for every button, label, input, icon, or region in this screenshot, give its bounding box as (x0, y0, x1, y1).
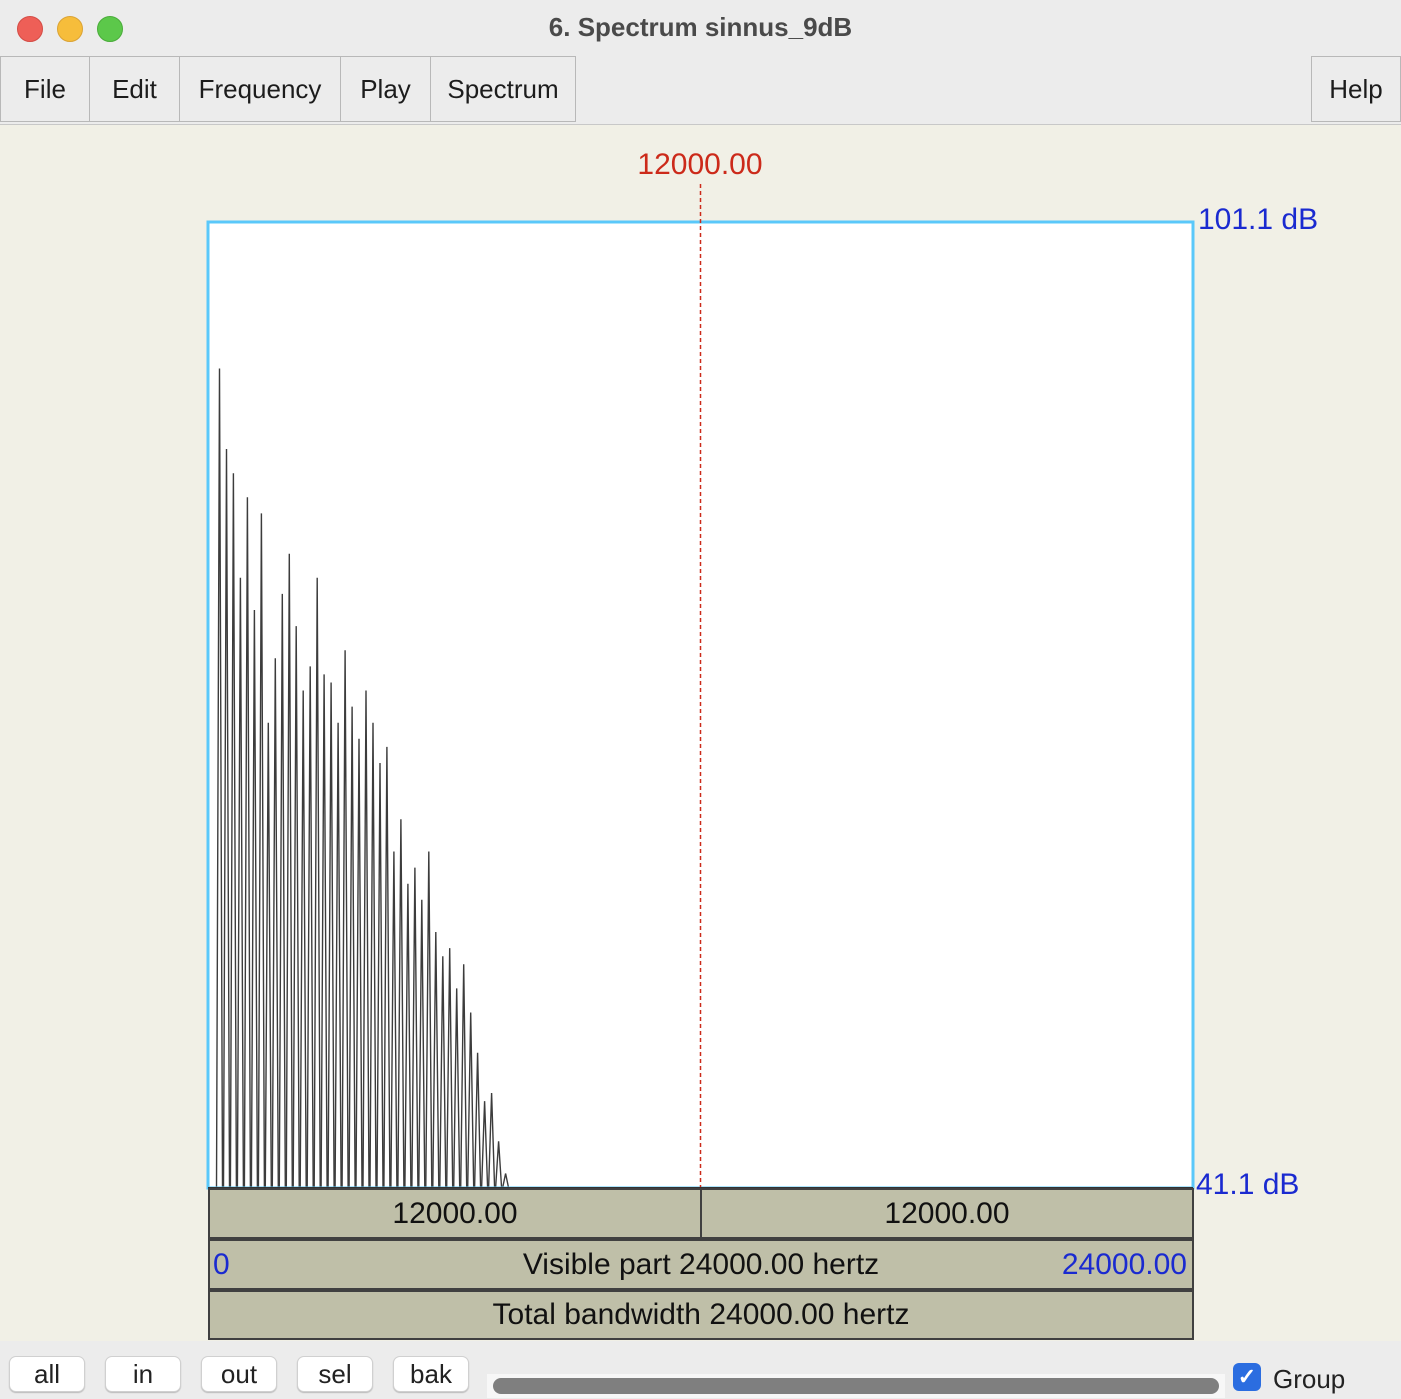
y-max-label: 101.1 dB (1198, 203, 1319, 236)
total-bandwidth-label: Total bandwidth 24000.00 hertz (492, 1298, 910, 1331)
scrollbar-thumb[interactable] (493, 1378, 1219, 1394)
y-min-label: 41.1 dB (1196, 1168, 1300, 1201)
zoom-selection-button[interactable]: sel (297, 1356, 373, 1392)
spectrum-window: 6. Spectrum sinnus_9dB File Edit Frequen… (0, 0, 1401, 1399)
right-interval-label: 12000.00 (884, 1196, 1010, 1230)
zoom-out-button[interactable]: out (201, 1356, 277, 1392)
visible-start-label: 0 (213, 1247, 230, 1281)
left-interval-label: 12000.00 (392, 1196, 518, 1230)
cursor-frequency-label: 12000.00 (637, 148, 763, 181)
visible-part-label: Visible part 24000.00 hertz (522, 1247, 880, 1281)
checkmark-icon: ✓ (1237, 1364, 1257, 1389)
zoom-in-button[interactable]: in (105, 1356, 181, 1392)
total-bandwidth-bar[interactable]: Total bandwidth 24000.00 hertz (208, 1290, 1194, 1340)
zoom-back-button[interactable]: bak (393, 1356, 469, 1392)
visible-end-label: 24000.00 (1061, 1247, 1187, 1281)
zoom-all-button[interactable]: all (9, 1356, 85, 1392)
left-interval-bar[interactable]: 12000.00 (208, 1188, 702, 1239)
group-checkbox[interactable]: ✓ (1233, 1363, 1261, 1391)
right-interval-bar[interactable]: 12000.00 (700, 1188, 1194, 1239)
group-label: Group (1273, 1364, 1346, 1394)
visible-part-bar[interactable]: 0 Visible part 24000.00 hertz 24000.00 (208, 1239, 1194, 1290)
